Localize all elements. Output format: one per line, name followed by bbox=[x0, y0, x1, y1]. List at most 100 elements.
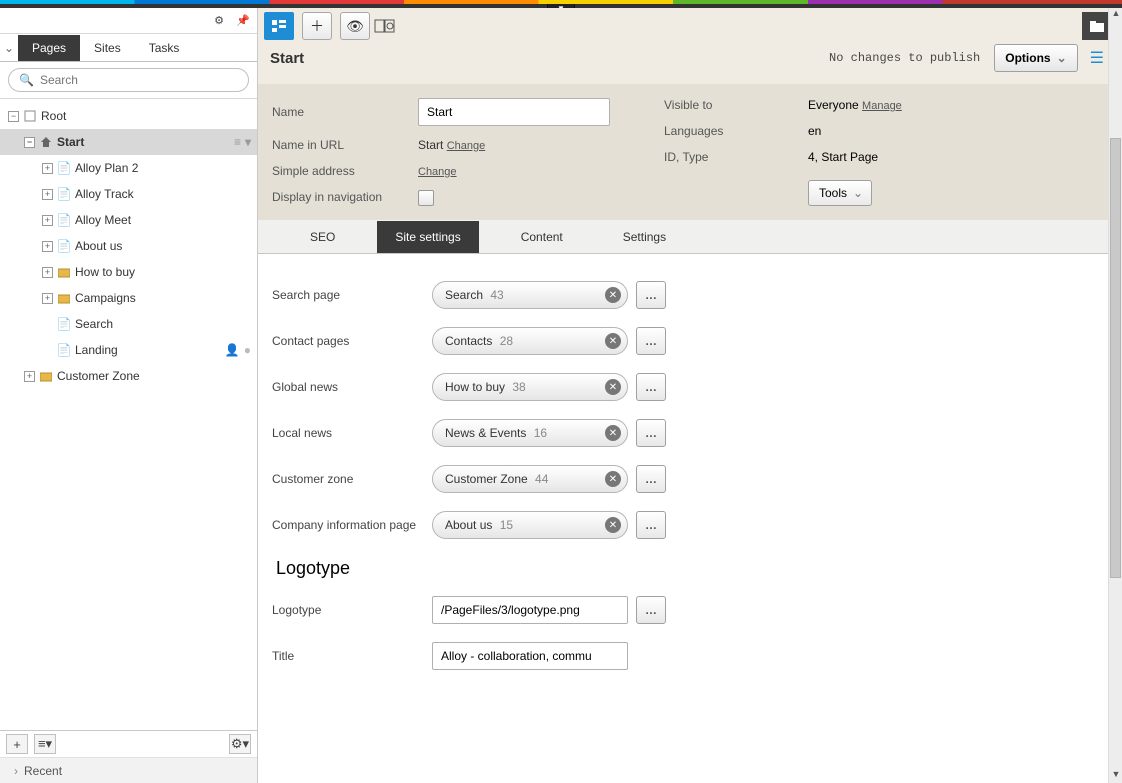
search-icon: 🔍 bbox=[19, 73, 34, 87]
browse-button[interactable]: … bbox=[636, 327, 666, 355]
tree-label: Root bbox=[41, 109, 66, 123]
chevron-down-icon: ⌄ bbox=[853, 186, 863, 200]
menu-icon[interactable]: ≡ bbox=[234, 135, 241, 149]
chevron-down-icon[interactable]: ▾ bbox=[245, 135, 251, 149]
scroll-down-icon[interactable]: ▼ bbox=[1109, 769, 1122, 783]
tab-seo[interactable]: SEO bbox=[292, 221, 353, 253]
browse-button[interactable]: … bbox=[636, 373, 666, 401]
user-icon: 👤 bbox=[225, 343, 240, 357]
clear-icon[interactable]: ✕ bbox=[605, 333, 621, 349]
browse-button[interactable]: … bbox=[636, 511, 666, 539]
page-ref-chip[interactable]: Contacts 28✕ bbox=[432, 327, 628, 355]
logotype-input[interactable] bbox=[432, 596, 628, 624]
browse-button[interactable]: … bbox=[636, 596, 666, 624]
change-link[interactable]: Change bbox=[447, 140, 486, 152]
search-input[interactable] bbox=[40, 73, 238, 87]
browse-button[interactable]: … bbox=[636, 419, 666, 447]
search-input-wrapper: 🔍 bbox=[8, 68, 249, 92]
browse-button[interactable]: … bbox=[636, 281, 666, 309]
clear-icon[interactable]: ✕ bbox=[605, 471, 621, 487]
change-link[interactable]: Change bbox=[418, 166, 457, 178]
folder-icon bbox=[57, 265, 71, 279]
add-button[interactable]: + bbox=[6, 734, 28, 754]
page-ref-chip[interactable]: How to buy 38✕ bbox=[432, 373, 628, 401]
add-button[interactable]: ＋ bbox=[302, 12, 332, 40]
title-input[interactable] bbox=[432, 642, 628, 670]
tabs-caret-icon[interactable]: ⌄ bbox=[0, 41, 18, 61]
tree-node-root[interactable]: − Root bbox=[0, 103, 257, 129]
settings-button[interactable]: ⚙▾ bbox=[229, 734, 251, 754]
name-input[interactable] bbox=[418, 98, 610, 126]
clear-icon[interactable]: ✕ bbox=[605, 287, 621, 303]
clear-icon[interactable]: ✕ bbox=[605, 425, 621, 441]
tree-label: Campaigns bbox=[75, 291, 136, 305]
scrollbar[interactable]: ▲ ▼ bbox=[1108, 8, 1122, 783]
scroll-thumb[interactable] bbox=[1110, 138, 1121, 578]
tree-label: Customer Zone bbox=[57, 369, 140, 383]
page-ref-chip[interactable]: News & Events 16✕ bbox=[432, 419, 628, 447]
tree-node[interactable]: +📄Alloy Track bbox=[0, 181, 257, 207]
preview-button[interactable]: 👁 bbox=[340, 12, 370, 40]
options-button[interactable]: Options⌄ bbox=[994, 44, 1077, 72]
label-languages: Languages bbox=[664, 124, 808, 138]
page-ref-chip[interactable]: About us 15✕ bbox=[432, 511, 628, 539]
list-view-icon[interactable]: ☰ bbox=[1090, 48, 1104, 68]
label-logotype: Logotype bbox=[272, 603, 432, 617]
tree-node[interactable]: 📄Search bbox=[0, 311, 257, 337]
field-label: Local news bbox=[272, 426, 432, 440]
manage-link[interactable]: Manage bbox=[862, 100, 902, 112]
page-ref-chip[interactable]: Customer Zone 44✕ bbox=[432, 465, 628, 493]
gear-icon[interactable]: ⚙ bbox=[209, 12, 229, 30]
tree-label: Search bbox=[75, 317, 113, 331]
page-ref-chip[interactable]: Search 43✕ bbox=[432, 281, 628, 309]
tab-pages[interactable]: Pages bbox=[18, 35, 80, 61]
tab-content[interactable]: Content bbox=[503, 221, 581, 253]
label-visible-to: Visible to bbox=[664, 98, 808, 112]
compare-button[interactable] bbox=[370, 12, 400, 40]
tree-node[interactable]: +📄About us bbox=[0, 233, 257, 259]
field-label: Search page bbox=[272, 288, 432, 302]
tree-node-start[interactable]: − Start ≡▾ bbox=[0, 129, 257, 155]
tab-settings[interactable]: Settings bbox=[605, 221, 684, 253]
pin-icon[interactable]: 📌 bbox=[233, 12, 253, 30]
tree-node[interactable]: 📄 Landing 👤 ● bbox=[0, 337, 257, 363]
list-button[interactable]: ≡▾ bbox=[34, 734, 56, 754]
tools-dropdown[interactable]: Tools⌄ bbox=[808, 180, 872, 206]
field-label: Contact pages bbox=[272, 334, 432, 348]
tree-label: About us bbox=[75, 239, 122, 253]
tree-node[interactable]: +Campaigns bbox=[0, 285, 257, 311]
page-icon: 📄 bbox=[57, 343, 71, 357]
browse-button[interactable]: … bbox=[636, 465, 666, 493]
label-title: Title bbox=[272, 649, 432, 663]
tree-node[interactable]: +📄Alloy Meet bbox=[0, 207, 257, 233]
display-nav-checkbox[interactable] bbox=[418, 190, 434, 206]
tab-site-settings[interactable]: Site settings bbox=[377, 221, 478, 253]
tree-label: Alloy Plan 2 bbox=[75, 161, 138, 175]
folder-icon bbox=[57, 291, 71, 305]
label-name-url: Name in URL bbox=[272, 138, 418, 152]
home-icon bbox=[39, 135, 53, 149]
clear-icon[interactable]: ✕ bbox=[605, 379, 621, 395]
tab-sites[interactable]: Sites bbox=[80, 35, 135, 61]
tab-tasks[interactable]: Tasks bbox=[135, 35, 194, 61]
label-simple-address: Simple address bbox=[272, 164, 418, 178]
scroll-up-icon[interactable]: ▲ bbox=[1109, 8, 1122, 22]
tree-node[interactable]: +How to buy bbox=[0, 259, 257, 285]
tree-label: Landing bbox=[75, 343, 118, 357]
label-display-nav: Display in navigation bbox=[272, 190, 418, 204]
publish-status: No changes to publish bbox=[829, 51, 980, 65]
dot-icon: ● bbox=[244, 343, 251, 357]
left-panel: ⚙ 📌 ⌄ Pages Sites Tasks 🔍 − Root − bbox=[0, 8, 258, 783]
clear-icon[interactable]: ✕ bbox=[605, 517, 621, 533]
field-label: Customer zone bbox=[272, 472, 432, 486]
page-icon: 📄 bbox=[57, 187, 71, 201]
tree-node[interactable]: +📄Alloy Plan 2 bbox=[0, 155, 257, 181]
page-tree: − Root − Start ≡▾ +📄Alloy Plan 2 +📄Alloy… bbox=[0, 99, 257, 730]
field-label: Global news bbox=[272, 380, 432, 394]
options-label: Options bbox=[1005, 51, 1050, 65]
page-icon: 📄 bbox=[57, 161, 71, 175]
tree-node-customer-zone[interactable]: +Customer Zone bbox=[0, 363, 257, 389]
recent-toggle[interactable]: ›Recent bbox=[0, 757, 257, 783]
languages-value: en bbox=[808, 124, 1068, 138]
tree-nav-icon[interactable] bbox=[264, 12, 294, 40]
